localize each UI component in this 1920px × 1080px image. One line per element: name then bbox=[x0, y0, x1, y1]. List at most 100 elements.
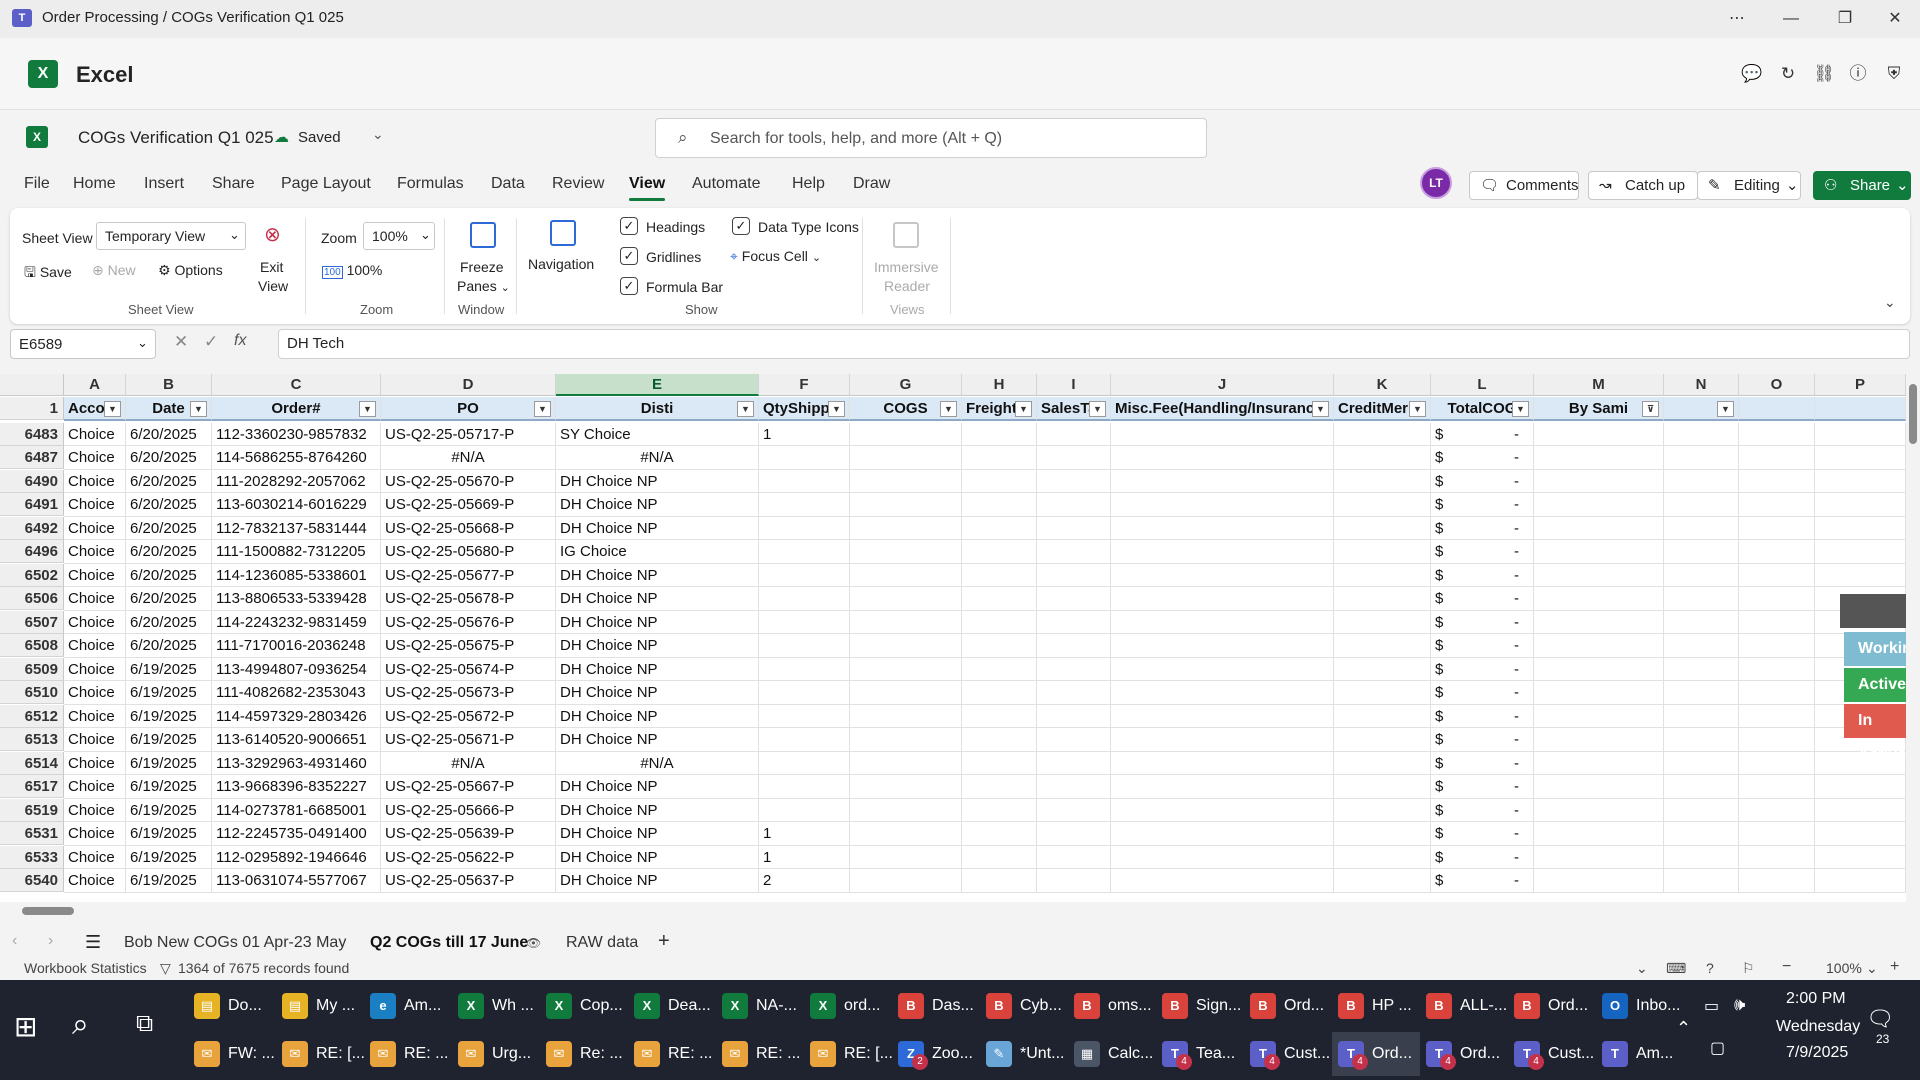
row-header[interactable]: 6517 bbox=[0, 775, 64, 798]
table-cell[interactable] bbox=[1664, 469, 1739, 493]
table-cell[interactable]: $ - bbox=[1431, 657, 1534, 681]
table-cell[interactable] bbox=[1815, 516, 1906, 540]
table-cell[interactable]: 112-0295892-1946646 bbox=[212, 845, 381, 869]
table-cell[interactable] bbox=[962, 845, 1037, 869]
taskbar-item[interactable]: ▦ Calc... bbox=[1068, 1032, 1156, 1076]
filter-dropdown-icon[interactable]: ▼ bbox=[1015, 401, 1032, 417]
table-cell[interactable]: 6/19/2025 bbox=[126, 704, 212, 728]
tab-formulas[interactable]: Formulas bbox=[397, 175, 464, 193]
table-cell[interactable]: US-Q2-25-05669-P bbox=[381, 493, 556, 517]
table-cell[interactable] bbox=[1037, 422, 1111, 446]
table-cell[interactable]: US-Q2-25-05677-P bbox=[381, 563, 556, 587]
taskbar-item[interactable]: B Sign... bbox=[1156, 984, 1244, 1028]
table-cell[interactable] bbox=[962, 822, 1037, 846]
row-header[interactable]: 1 bbox=[0, 397, 64, 420]
table-cell[interactable]: $ - bbox=[1431, 845, 1534, 869]
options-button[interactable]: ⚙ Options bbox=[158, 262, 223, 279]
refresh-icon[interactable]: ↻ bbox=[1776, 62, 1800, 86]
table-cell[interactable]: 112-3360230-9857832 bbox=[212, 422, 381, 446]
table-cell[interactable]: 111-4082682-2353043 bbox=[212, 681, 381, 705]
table-cell[interactable] bbox=[1664, 681, 1739, 705]
table-cell[interactable]: DH Choice NP bbox=[556, 728, 759, 752]
table-cell[interactable] bbox=[1815, 822, 1906, 846]
filter-dropdown-icon[interactable]: ▼ bbox=[1089, 401, 1106, 417]
table-cell[interactable] bbox=[850, 751, 962, 775]
table-cell[interactable] bbox=[1037, 493, 1111, 517]
table-cell[interactable]: DH Choice NP bbox=[556, 657, 759, 681]
table-cell[interactable] bbox=[1739, 540, 1815, 564]
table-cell[interactable] bbox=[850, 704, 962, 728]
table-cell[interactable]: DH Choice NP bbox=[556, 587, 759, 611]
row-header[interactable]: 6533 bbox=[0, 845, 64, 869]
table-cell[interactable] bbox=[759, 634, 850, 658]
freeze-label[interactable]: Freeze bbox=[460, 259, 504, 275]
horizontal-scrollbar[interactable] bbox=[0, 902, 1920, 920]
navigation-icon[interactable] bbox=[550, 220, 576, 246]
taskbar-item[interactable]: T 4 Cust... bbox=[1508, 1032, 1596, 1076]
table-cell[interactable]: 6/19/2025 bbox=[126, 798, 212, 822]
table-cell[interactable] bbox=[1334, 798, 1431, 822]
table-cell[interactable] bbox=[1111, 775, 1334, 799]
zoom-level[interactable]: 100% bbox=[1826, 960, 1862, 976]
row-header[interactable]: 6531 bbox=[0, 822, 64, 845]
row-header[interactable]: 6491 bbox=[0, 493, 64, 516]
exit-view-label[interactable]: View bbox=[258, 278, 288, 294]
table-cell[interactable]: US-Q2-25-05675-P bbox=[381, 634, 556, 658]
table-cell[interactable] bbox=[850, 869, 962, 893]
table-cell[interactable]: Choice bbox=[64, 634, 126, 658]
row-header[interactable]: 6513 bbox=[0, 728, 64, 751]
taskbar-item[interactable]: B Ord... bbox=[1508, 984, 1596, 1028]
table-cell[interactable] bbox=[1334, 704, 1431, 728]
table-cell[interactable] bbox=[1664, 657, 1739, 681]
table-cell[interactable] bbox=[1111, 751, 1334, 775]
chat-icon[interactable]: 💬 bbox=[1740, 62, 1764, 86]
table-cell[interactable]: US-Q2-25-05666-P bbox=[381, 798, 556, 822]
table-cell[interactable] bbox=[850, 634, 962, 658]
table-cell[interactable] bbox=[759, 704, 850, 728]
header-cell[interactable]: TotalCOG ▼ bbox=[1431, 397, 1534, 421]
table-cell[interactable] bbox=[1815, 540, 1906, 564]
table-cell[interactable] bbox=[759, 540, 850, 564]
column-header-l[interactable]: L bbox=[1431, 374, 1534, 396]
table-cell[interactable]: US-Q2-25-05667-P bbox=[381, 775, 556, 799]
table-cell[interactable] bbox=[850, 610, 962, 634]
table-cell[interactable]: DH Choice NP bbox=[556, 798, 759, 822]
table-cell[interactable] bbox=[1739, 657, 1815, 681]
taskbar-item[interactable]: e Am... bbox=[364, 984, 452, 1028]
table-cell[interactable]: US-Q2-25-05678-P bbox=[381, 587, 556, 611]
header-cell[interactable]: Misc.Fee(Handling/Insuranc ▼ bbox=[1111, 397, 1334, 421]
save-view-button[interactable]: 🖫 Save bbox=[24, 262, 72, 286]
row-header[interactable]: 6506 bbox=[0, 587, 64, 610]
taskbar-item[interactable]: ▤ My ... bbox=[276, 984, 364, 1028]
taskbar-item[interactable]: B Das... bbox=[892, 984, 980, 1028]
column-header-h[interactable]: H bbox=[962, 374, 1037, 396]
taskbar-item[interactable]: Boms... bbox=[1068, 984, 1156, 1028]
search-box[interactable]: ⌕ Search for tools, help, and more (Alt … bbox=[655, 118, 1207, 158]
table-cell[interactable]: #N/A bbox=[556, 751, 759, 775]
table-cell[interactable] bbox=[1111, 422, 1334, 446]
taskbar-item[interactable]: ✉ RE: ... bbox=[364, 1032, 452, 1076]
formula-input[interactable]: DH Tech bbox=[278, 329, 1910, 359]
table-cell[interactable]: 113-6030214-6016229 bbox=[212, 493, 381, 517]
data-type-icons-checkbox[interactable]: ✓ bbox=[732, 217, 750, 235]
row-header[interactable]: 6507 bbox=[0, 610, 64, 634]
filter-applied-icon[interactable]: ⊽ bbox=[1642, 401, 1659, 417]
tab-review[interactable]: Review bbox=[552, 175, 604, 193]
column-header-o[interactable]: O bbox=[1739, 374, 1815, 396]
table-cell[interactable]: 6/20/2025 bbox=[126, 469, 212, 493]
table-cell[interactable] bbox=[962, 587, 1037, 611]
headings-checkbox[interactable]: ✓ bbox=[620, 217, 638, 235]
table-cell[interactable] bbox=[1815, 775, 1906, 799]
table-cell[interactable] bbox=[1111, 822, 1334, 846]
table-cell[interactable] bbox=[1334, 446, 1431, 470]
table-cell[interactable]: $ - bbox=[1431, 446, 1534, 470]
table-cell[interactable]: 114-0273781-6685001 bbox=[212, 798, 381, 822]
table-cell[interactable]: DH Choice NP bbox=[556, 516, 759, 540]
column-header-d[interactable]: D bbox=[381, 374, 556, 396]
table-cell[interactable] bbox=[1534, 493, 1664, 517]
table-cell[interactable] bbox=[1534, 681, 1664, 705]
table-cell[interactable]: 1 bbox=[759, 845, 850, 869]
table-cell[interactable]: Choice bbox=[64, 751, 126, 775]
insert-function-icon[interactable]: fx bbox=[234, 332, 246, 350]
table-cell[interactable] bbox=[1111, 869, 1334, 893]
